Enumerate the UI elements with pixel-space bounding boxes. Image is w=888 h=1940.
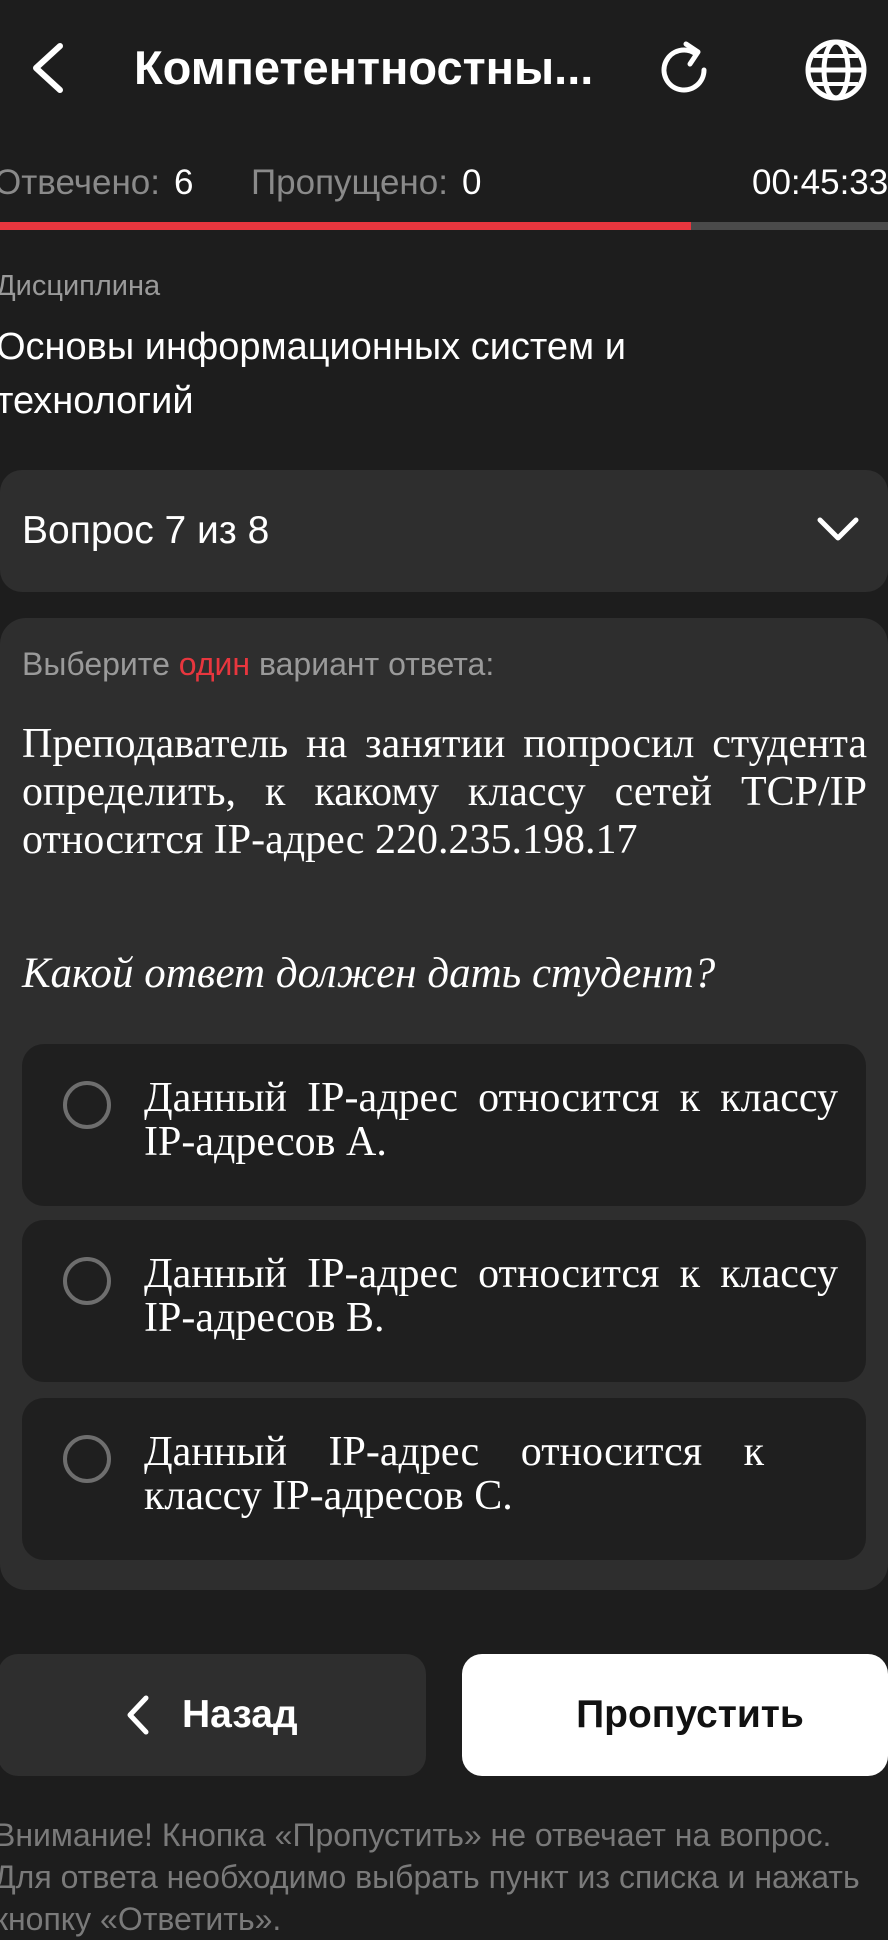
instruction-accent: один [178, 646, 251, 682]
chevron-down-icon [817, 517, 859, 541]
answered-value: 6 [173, 163, 194, 202]
skipped-value: 0 [461, 163, 482, 202]
app-header: Компетентностны... [0, 0, 888, 140]
answer-instruction: Выберите один вариант ответа: [22, 642, 494, 686]
answer-option-label: Данный IP-адрес относится к классу IP-ад… [144, 1075, 838, 1165]
question-text: Преподаватель на занятии попросил студен… [22, 721, 867, 863]
skip-button-label: Пропустить [576, 1693, 804, 1736]
question-selector[interactable]: Вопрос 7 из 8 [0, 470, 888, 592]
progress-bar [0, 222, 888, 230]
radio-unchecked-icon[interactable] [62, 1434, 112, 1484]
stats-row: Отвечено: 6 Пропущено: 0 00:45:33 [0, 158, 888, 208]
discipline-value: Основы информационных систем и технологи… [0, 326, 626, 422]
globe-icon[interactable] [802, 36, 870, 104]
back-button[interactable]: Назад [0, 1654, 426, 1776]
answered-stat: Отвечено: 6 [0, 158, 193, 208]
skipped-stat: Пропущено: 0 [251, 158, 481, 208]
chevron-left-icon [127, 1695, 149, 1735]
skipped-label: Пропущено: [251, 163, 448, 202]
skip-button[interactable]: Пропустить [462, 1654, 888, 1776]
answer-option-label: Данный IP-адрес относится к классу IP-ад… [144, 1251, 838, 1341]
chevron-left-icon[interactable] [26, 40, 70, 96]
instruction-text: Выберите [22, 646, 179, 682]
page-title: Компетентностны... [134, 41, 594, 94]
radio-unchecked-icon[interactable] [62, 1256, 112, 1306]
radio-unchecked-icon[interactable] [62, 1080, 112, 1130]
question-card: Выберите один вариант ответа: Преподават… [0, 618, 888, 1590]
answer-option-a[interactable]: Данный IP-адрес относится к классу IP-ад… [22, 1044, 866, 1206]
instruction-text-end: вариант ответа: [250, 646, 495, 682]
refresh-icon[interactable] [652, 38, 716, 102]
skip-notice: Внимание! Кнопка «Пропустить» не отвечае… [0, 1817, 860, 1937]
timer: 00:45:33 [752, 163, 888, 202]
progress-fill [0, 222, 691, 230]
answer-option-b[interactable]: Данный IP-адрес относится к классу IP-ад… [22, 1220, 866, 1382]
question-prompt: Какой ответ должен дать студент? [22, 950, 716, 997]
answer-option-label: Данный IP-адрес относится к классу IP-ад… [144, 1429, 764, 1519]
back-button-label: Назад [182, 1693, 298, 1736]
answered-label: Отвечено: [0, 163, 160, 202]
answer-option-c[interactable]: Данный IP-адрес относится к классу IP-ад… [22, 1398, 866, 1560]
question-selector-label: Вопрос 7 из 8 [22, 509, 270, 552]
discipline-label: Дисциплина [0, 270, 161, 302]
